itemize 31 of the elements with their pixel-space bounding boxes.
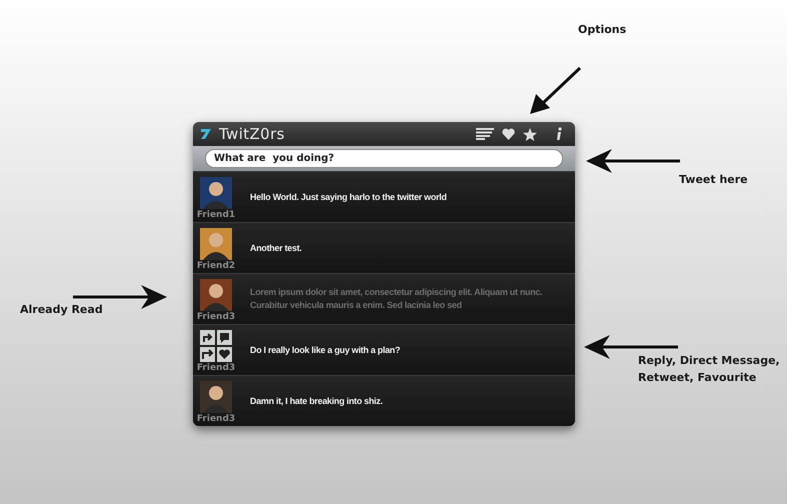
tweet-row[interactable]: Friend3 Damn it, I hate breaking into shiz. xyxy=(193,375,575,426)
tweet-row[interactable]: Friend3 Lorem ipsum dolor sit amet, consectetur adipiscing elit. Aliquam ut nunc. Curabitur vehicula mauris a enim. Sed lacinia leo sed xyxy=(193,273,575,324)
friend-name: Friend2 xyxy=(196,260,236,272)
avatar xyxy=(200,177,232,209)
friend-name: Friend3 xyxy=(196,362,236,374)
tweet-text: Another test. xyxy=(250,242,303,254)
tweet-text: Hello World. Just saying harlo to the twitter world xyxy=(250,190,448,204)
window-title: TwitZ0rs xyxy=(219,124,285,145)
tweet-row[interactable]: Friend1 Hello World. Just saying harlo to the twitter world xyxy=(193,171,575,222)
avatar xyxy=(200,381,232,413)
friend-name: Friend1 xyxy=(196,209,236,221)
annotation-label: Already Read xyxy=(20,302,103,318)
tweet-input[interactable]: What are you doing? xyxy=(205,149,563,168)
tweet-row[interactable]: Friend3 Do I really look like a guy with a plan? xyxy=(193,324,575,375)
annotation-label: Options xyxy=(578,22,626,38)
annotation-label: Tweet here xyxy=(679,172,748,188)
star-icon[interactable] xyxy=(523,128,537,140)
avatar xyxy=(200,279,232,311)
friend-name: Friend3 xyxy=(196,413,236,425)
tweet-actions-icon[interactable] xyxy=(200,330,232,362)
list-icon[interactable] xyxy=(476,128,494,140)
friend-name: Friend3 xyxy=(196,311,236,323)
tweet-row[interactable]: Friend2 Another test. xyxy=(193,222,575,273)
annotation-label: Reply, Direct Message, Retweet, Favourite xyxy=(638,353,781,386)
tweet-text: Damn it, I hate breaking into shiz. xyxy=(250,394,384,408)
tweet-text: Lorem ipsum dolor sit amet, consectetur adipiscing elit. Aliquam ut nunc. Curabitur vehicula mauris a enim. Sed lacinia leo sed xyxy=(250,286,544,312)
arrow xyxy=(528,66,584,116)
tweet-text: Do I really look like a guy with a plan? xyxy=(250,344,402,356)
heart-icon[interactable] xyxy=(502,128,515,140)
logo-icon xyxy=(201,129,211,139)
avatar xyxy=(200,228,232,260)
